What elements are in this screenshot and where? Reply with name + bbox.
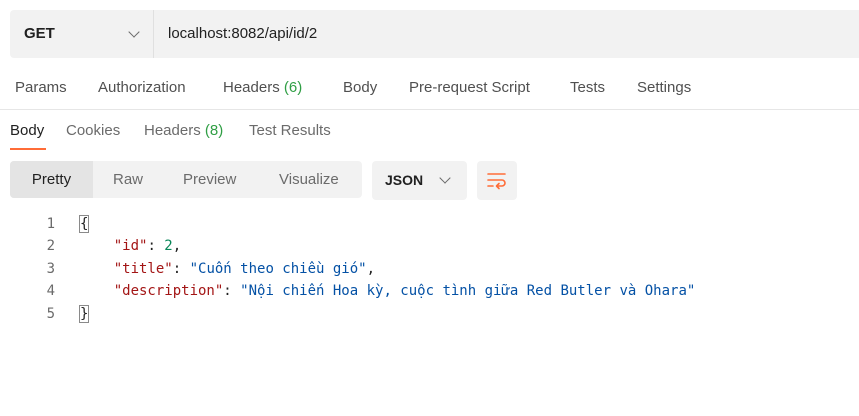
tab-headers[interactable]: Headers (6)	[223, 79, 302, 96]
request-tabs: Params Authorization Headers (6) Body Pr…	[0, 79, 859, 109]
code-line: 2 "id": 2,	[0, 235, 859, 257]
tab-label: Params	[15, 79, 67, 96]
chevron-down-icon	[439, 172, 451, 184]
tab-label: Headers	[223, 79, 280, 96]
tab-params[interactable]: Params	[15, 79, 67, 96]
line-number: 2	[46, 238, 55, 254]
code-line: 3 "title": "Cuốn theo chiều gió",	[0, 258, 859, 280]
open-brace: {	[78, 215, 90, 233]
tab-label: Pre-request Script	[409, 79, 530, 96]
line-number: 4	[46, 283, 55, 299]
response-tab-body[interactable]: Body	[10, 122, 44, 139]
tab-count-badge: (8)	[204, 122, 224, 139]
tab-pre-request-script[interactable]: Pre-request Script	[409, 79, 530, 96]
response-tab-headers[interactable]: Headers (8)	[144, 122, 223, 139]
tab-authorization[interactable]: Authorization	[98, 79, 186, 96]
active-tab-indicator	[10, 148, 46, 150]
tab-label: Headers	[144, 122, 201, 139]
tab-count-badge: (6)	[283, 79, 303, 96]
chevron-down-icon	[128, 26, 140, 38]
tab-body[interactable]: Body	[343, 79, 377, 96]
wrap-lines-icon	[487, 173, 506, 190]
format-select[interactable]: JSON	[372, 161, 467, 200]
response-tab-cookies[interactable]: Cookies	[66, 122, 120, 139]
tab-label: Settings	[637, 79, 692, 96]
response-tab-test-results[interactable]: Test Results	[249, 122, 331, 139]
tab-label: Tests	[570, 79, 606, 96]
line-number: 1	[46, 216, 55, 232]
json-key: "id"	[113, 238, 148, 254]
tab-label: Body	[343, 79, 378, 96]
json-value: "Cuốn theo chiều gió"	[189, 261, 367, 277]
json-value: 2	[164, 238, 173, 254]
tab-tests[interactable]: Tests	[570, 79, 605, 96]
json-key: "title"	[113, 261, 173, 277]
code-line: 5 }	[0, 303, 859, 325]
format-label: JSON	[385, 172, 424, 188]
method-select[interactable]: GET	[10, 10, 154, 58]
json-key: "description"	[113, 283, 224, 299]
line-number: 5	[46, 306, 55, 322]
close-brace: }	[78, 305, 90, 323]
tab-label: Authorization	[98, 79, 186, 96]
view-mode-toggle: Pretty Raw Preview Visualize	[10, 161, 362, 198]
code-line: 4 "description": "Nội chiến Hoa kỳ, cuộc…	[0, 280, 859, 302]
method-label: GET	[24, 25, 55, 42]
tab-settings[interactable]: Settings	[637, 79, 691, 96]
code-line: 1 {	[0, 213, 859, 235]
url-input[interactable]: localhost:8082/api/id/2	[168, 25, 317, 42]
divider	[0, 109, 859, 110]
view-raw-button[interactable]: Raw	[113, 161, 143, 198]
view-pretty-button[interactable]: Pretty	[10, 161, 93, 198]
request-url-bar: GET localhost:8082/api/id/2	[10, 10, 859, 58]
view-visualize-button[interactable]: Visualize	[279, 161, 339, 198]
json-value: "Nội chiến Hoa kỳ, cuộc tình giữa Red Bu…	[240, 283, 696, 299]
line-number: 3	[46, 261, 55, 277]
view-preview-button[interactable]: Preview	[183, 161, 236, 198]
wrap-lines-button[interactable]	[477, 161, 517, 200]
